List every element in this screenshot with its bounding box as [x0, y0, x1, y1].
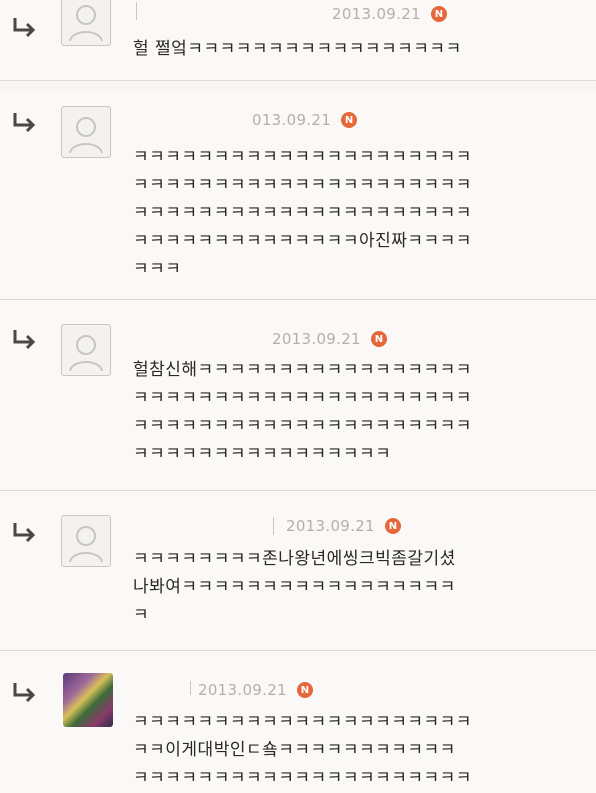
divider	[136, 2, 137, 20]
reply-list: 2013.09.21 N 헐 쩔엌ㅋㅋㅋㅋㅋㅋㅋㅋㅋㅋㅋㅋㅋㅋㅋㅋㅋ 013.0…	[0, 0, 596, 793]
default-profile-icon	[69, 117, 103, 154]
reply-arrow-icon	[13, 683, 36, 703]
reply-arrow-icon	[13, 113, 36, 133]
default-profile-icon	[69, 335, 103, 372]
divider	[273, 517, 274, 535]
reply-meta: 2013.09.21 N	[198, 681, 313, 699]
avatar-photo[interactable]	[63, 673, 113, 727]
divider	[190, 681, 191, 695]
avatar[interactable]	[61, 106, 111, 158]
reply-arrow-icon	[13, 523, 36, 543]
new-badge: N	[384, 518, 401, 534]
default-profile-icon	[69, 526, 103, 563]
reply-item: 013.09.21 N ㅋㅋㅋㅋㅋㅋㅋㅋㅋㅋㅋㅋㅋㅋㅋㅋㅋㅋㅋㅋㅋ ㅋㅋㅋㅋㅋㅋ…	[0, 91, 596, 300]
reply-date: 2013.09.21	[272, 330, 361, 348]
new-badge: N	[430, 6, 447, 22]
avatar[interactable]	[61, 0, 111, 46]
reply-arrow-icon	[13, 18, 36, 38]
reply-date: 013.09.21	[252, 111, 332, 129]
new-badge: N	[341, 112, 358, 128]
reply-text: ㅋㅋㅋㅋㅋㅋㅋㅋㅋㅋㅋㅋㅋㅋㅋㅋㅋㅋㅋㅋㅋ ㅋㅋㅋㅋㅋㅋㅋㅋㅋㅋㅋㅋㅋㅋㅋㅋㅋㅋ…	[133, 147, 472, 279]
reply-text: ㅋㅋㅋㅋㅋㅋㅋㅋ존나왕년에씽크빅좀갈기셨 나봐여ㅋㅋㅋㅋㅋㅋㅋㅋㅋㅋㅋㅋㅋㅋㅋㅋ…	[133, 549, 456, 625]
reply-date: 2013.09.21	[286, 517, 375, 535]
reply-text: 헐참신해ㅋㅋㅋㅋㅋㅋㅋㅋㅋㅋㅋㅋㅋㅋㅋㅋㅋ ㅋㅋㅋㅋㅋㅋㅋㅋㅋㅋㅋㅋㅋㅋㅋㅋㅋㅋ…	[133, 360, 472, 464]
reply-date: 2013.09.21	[198, 681, 287, 699]
new-badge: N	[370, 331, 387, 347]
reply-item: 2013.09.21 N 헐 쩔엌ㅋㅋㅋㅋㅋㅋㅋㅋㅋㅋㅋㅋㅋㅋㅋㅋㅋ	[0, 0, 596, 81]
reply-item: 2013.09.21 N 헐참신해ㅋㅋㅋㅋㅋㅋㅋㅋㅋㅋㅋㅋㅋㅋㅋㅋㅋ ㅋㅋㅋㅋㅋ…	[0, 300, 596, 491]
reply-meta: 2013.09.21 N	[272, 330, 387, 348]
reply-date: 2013.09.21	[332, 5, 421, 23]
reply-item: 2013.09.21 N ㅋㅋㅋㅋㅋㅋㅋㅋ존나왕년에씽크빅좀갈기셨 나봐여ㅋㅋㅋ…	[0, 491, 596, 651]
reply-item: 2013.09.21 N ㅋㅋㅋㅋㅋㅋㅋㅋㅋㅋㅋㅋㅋㅋㅋㅋㅋㅋㅋㅋㅋ ㅋㅋ이게대…	[0, 651, 596, 793]
avatar[interactable]	[61, 515, 111, 567]
reply-arrow-icon	[13, 330, 36, 350]
reply-text: 헐 쩔엌ㅋㅋㅋㅋㅋㅋㅋㅋㅋㅋㅋㅋㅋㅋㅋㅋㅋ	[133, 39, 462, 59]
reply-meta: 2013.09.21 N	[332, 5, 447, 23]
reply-text: ㅋㅋㅋㅋㅋㅋㅋㅋㅋㅋㅋㅋㅋㅋㅋㅋㅋㅋㅋㅋㅋ ㅋㅋ이게대박인ㄷ숔ㅋㅋㅋㅋㅋㅋㅋㅋㅋ…	[133, 712, 472, 788]
reply-meta: 013.09.21 N	[252, 111, 358, 129]
reply-meta: 2013.09.21 N	[286, 517, 401, 535]
new-badge: N	[296, 682, 313, 698]
default-profile-icon	[69, 5, 103, 42]
avatar[interactable]	[61, 324, 111, 376]
